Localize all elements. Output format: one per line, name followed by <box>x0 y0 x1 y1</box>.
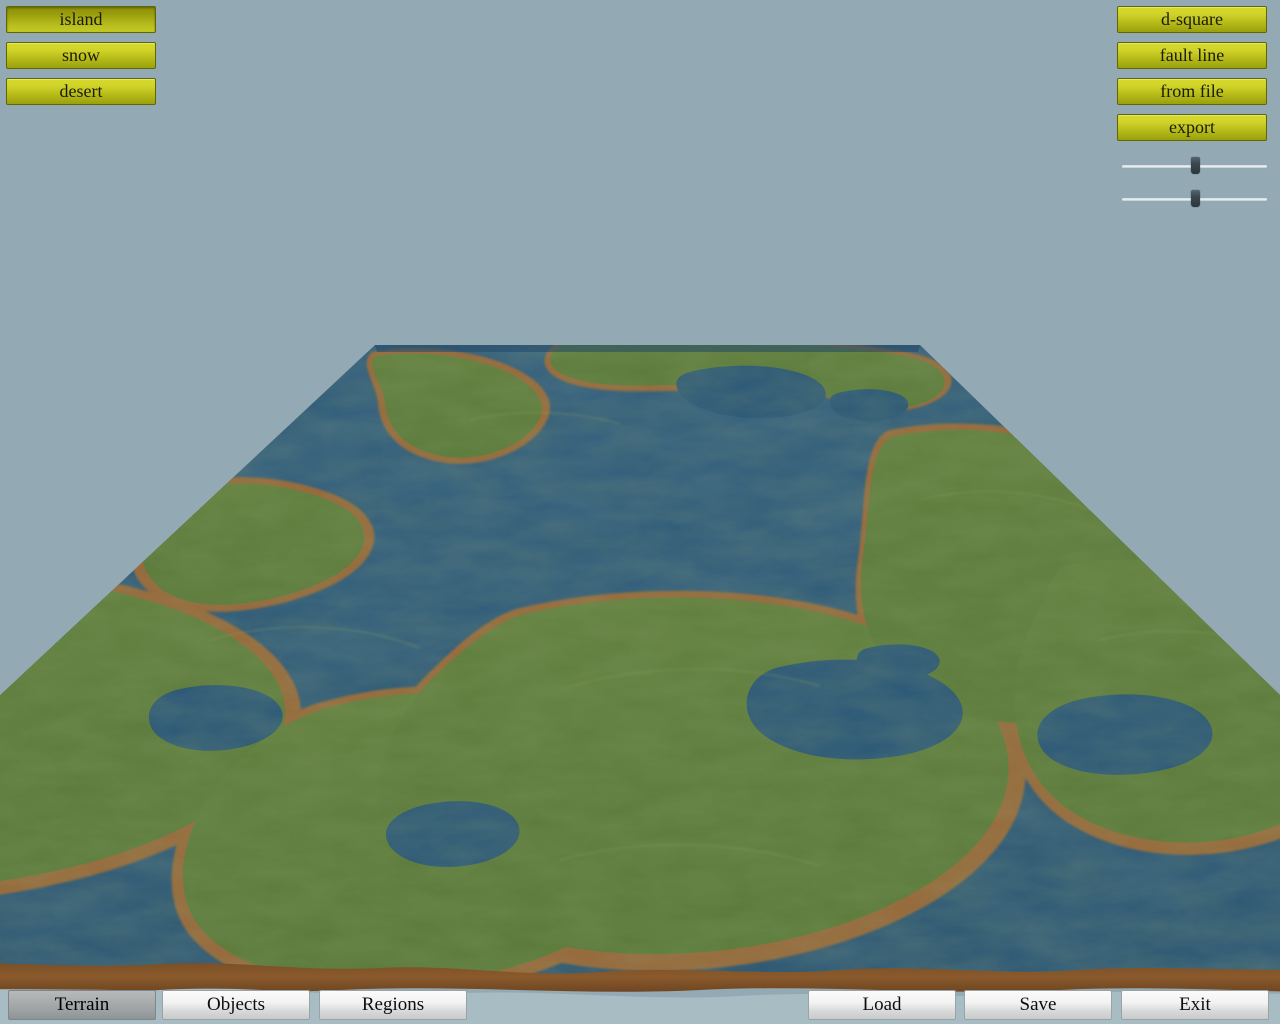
terrain-render <box>0 0 1280 1024</box>
plane-edges <box>375 345 920 352</box>
slider-1-handle[interactable] <box>1190 157 1200 174</box>
algorithm-button-fault-line[interactable]: fault line <box>1117 42 1267 69</box>
preset-button-snow[interactable]: snow <box>6 42 156 69</box>
algorithm-button-from-file[interactable]: from file <box>1117 78 1267 105</box>
algorithm-button-export[interactable]: export <box>1117 114 1267 141</box>
load-button[interactable]: Load <box>808 990 956 1020</box>
tab-objects[interactable]: Objects <box>162 990 310 1020</box>
preset-button-desert[interactable]: desert <box>6 78 156 105</box>
tab-regions[interactable]: Regions <box>319 990 467 1020</box>
terrain-slider-1[interactable] <box>1122 155 1267 177</box>
slider-2-handle[interactable] <box>1190 190 1200 207</box>
preset-button-island[interactable]: island <box>6 6 156 33</box>
tab-terrain[interactable]: Terrain <box>8 990 156 1020</box>
terrain-slider-2[interactable] <box>1122 188 1267 210</box>
save-button[interactable]: Save <box>964 990 1112 1020</box>
terrain-3d-viewport[interactable] <box>0 0 1280 1024</box>
terrain-editor-window: island snow desert d-square fault line f… <box>0 0 1280 1024</box>
exit-button[interactable]: Exit <box>1121 990 1269 1020</box>
algorithm-button-d-square[interactable]: d-square <box>1117 6 1267 33</box>
